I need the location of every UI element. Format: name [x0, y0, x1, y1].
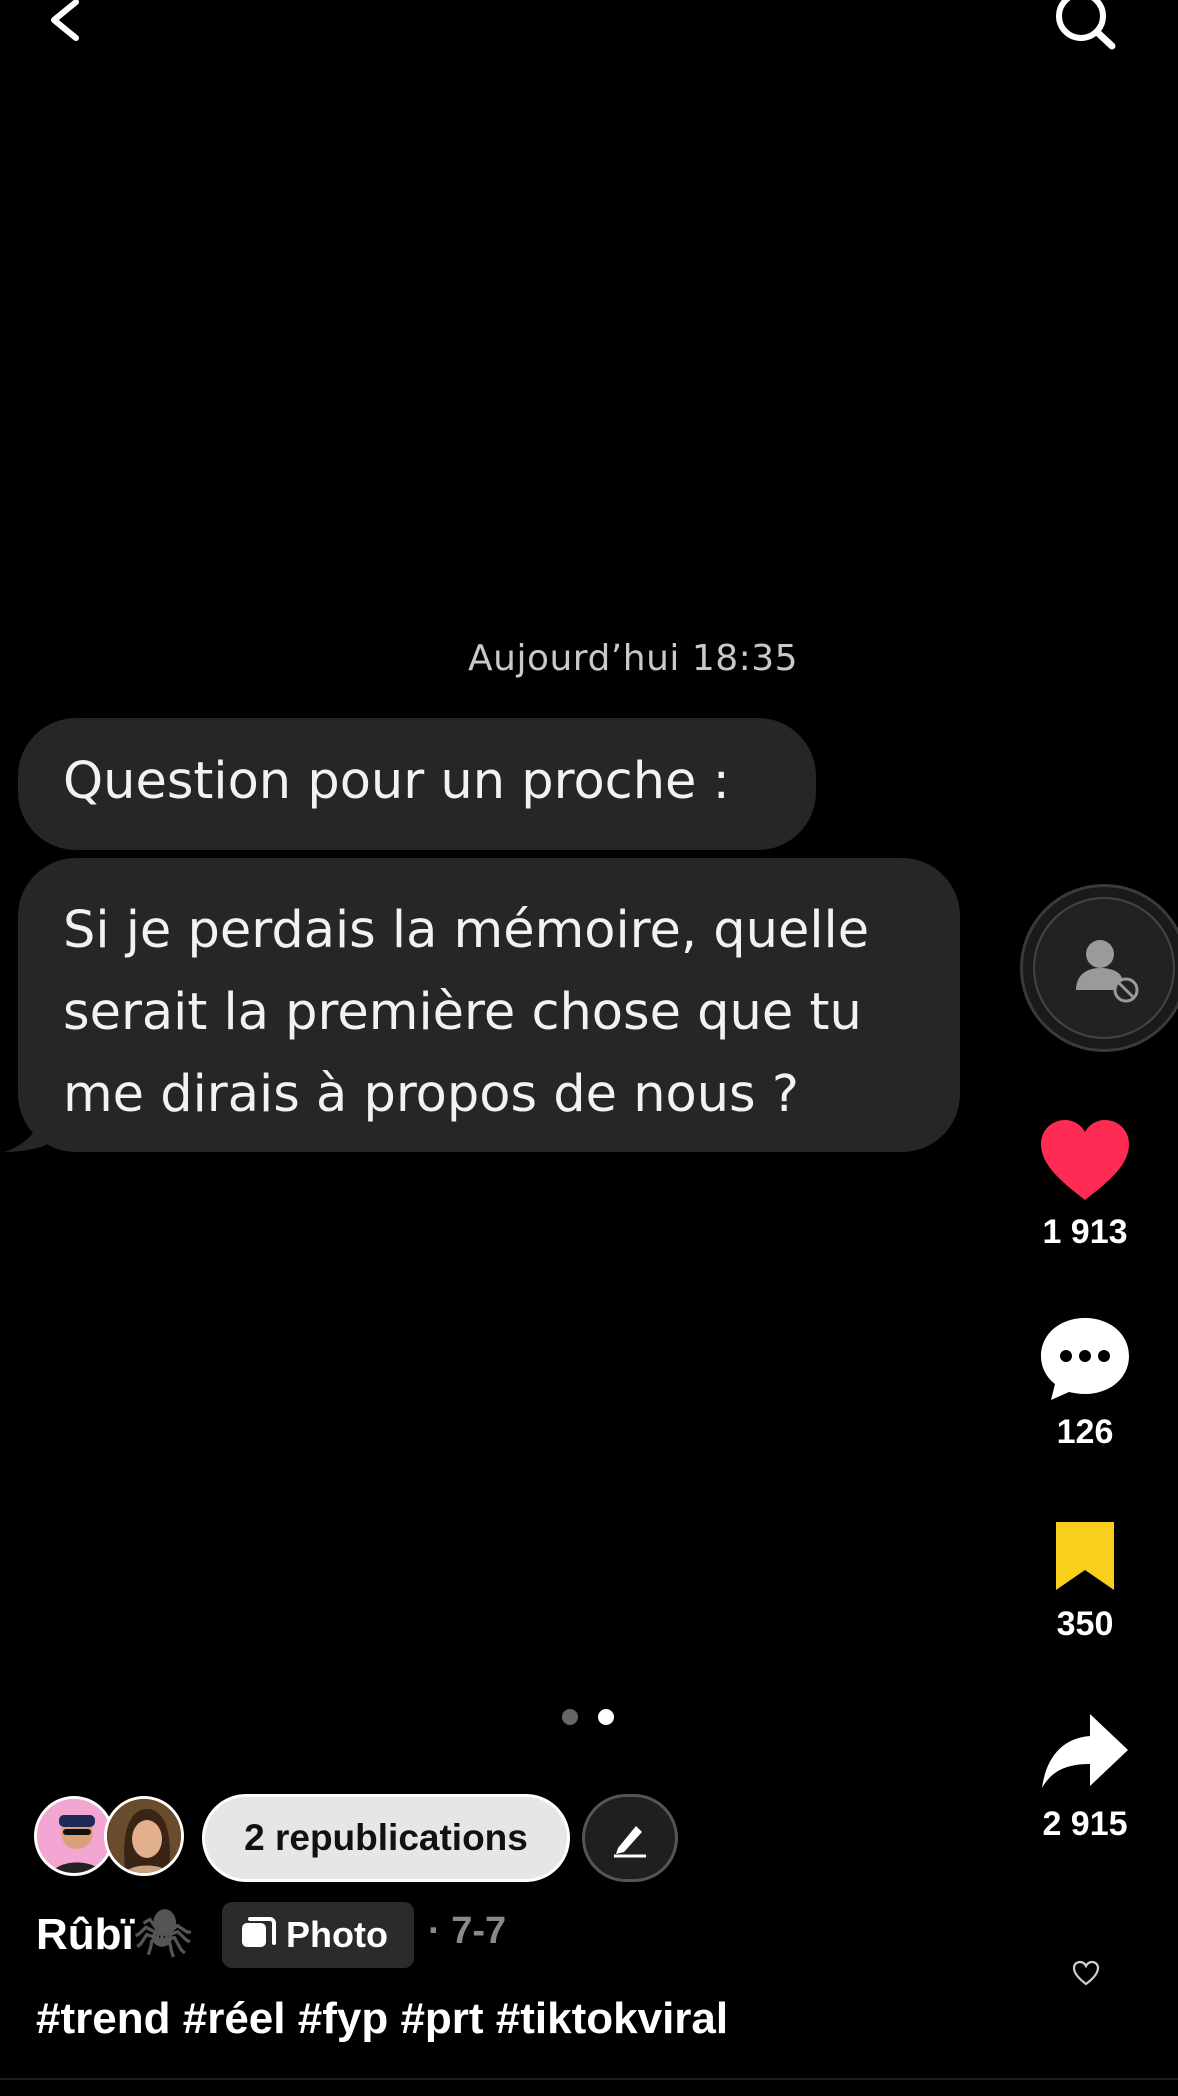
- heart-icon: [1041, 1120, 1129, 1200]
- hashtag-reel[interactable]: #réel: [183, 1994, 286, 2043]
- message-line-1: Si je perdais la mémoire, quelle: [63, 901, 870, 960]
- hashtag-trend[interactable]: #trend: [36, 1994, 170, 2043]
- bubble-tail: [4, 1100, 64, 1152]
- person-avatar-icon: [37, 1799, 111, 1873]
- search-button[interactable]: [1050, 0, 1120, 50]
- republisher-avatar-2[interactable]: [104, 1796, 184, 1876]
- message-line-2: serait la première chose que tu: [63, 983, 862, 1042]
- share-arrow-icon: [1042, 1714, 1128, 1788]
- carousel-dot-2-active[interactable]: [598, 1709, 614, 1725]
- message-timestamp: Aujourd’hui 18:35: [468, 638, 799, 679]
- message-line-3: me dirais à propos de nous ?: [63, 1065, 799, 1124]
- search-icon: [1056, 0, 1116, 50]
- hashtag-tiktokviral[interactable]: #tiktokviral: [496, 1994, 728, 2043]
- republications-button[interactable]: 2 republications: [202, 1794, 570, 1882]
- author-name-text: Rûbï: [36, 1910, 134, 1959]
- comment-count: 126: [1056, 1413, 1114, 1451]
- back-button[interactable]: [40, 0, 90, 45]
- photo-stack-icon: [242, 1917, 276, 1947]
- save-button[interactable]: 350: [1020, 1518, 1150, 1644]
- republisher-avatar-1[interactable]: [34, 1796, 114, 1876]
- carousel-dot-1[interactable]: [562, 1709, 578, 1725]
- message-bubble-1: Question pour un proche :: [18, 718, 816, 850]
- share-button[interactable]: 2 915: [1020, 1712, 1150, 1844]
- photo-mode-badge[interactable]: Photo: [222, 1902, 414, 1968]
- edit-republish-button[interactable]: [582, 1794, 678, 1882]
- bookmark-icon: [1056, 1522, 1114, 1590]
- message-bubble-1-text: Question pour un proche :: [63, 752, 730, 811]
- small-like-button[interactable]: [1072, 1960, 1100, 1991]
- creator-profile-button[interactable]: [1020, 884, 1178, 1052]
- hashtag-list: #trend #réel #fyp #prt #tiktokviral: [36, 1994, 728, 2044]
- like-button[interactable]: 1 913: [1020, 1118, 1150, 1252]
- author-name[interactable]: Rûbï🕷: [36, 1906, 192, 1961]
- pencil-icon: [614, 1826, 646, 1858]
- chevron-left-icon: [51, 0, 79, 41]
- republications-label: 2 republications: [244, 1817, 528, 1858]
- bottom-divider: [0, 2078, 1178, 2080]
- heart-outline-icon: [1072, 1960, 1100, 1986]
- photo-badge-label: Photo: [286, 1914, 388, 1955]
- save-count: 350: [1056, 1605, 1114, 1643]
- hashtag-fyp[interactable]: #fyp: [298, 1994, 388, 2043]
- message-bubble-2: Si je perdais la mémoire, quelle serait …: [18, 858, 960, 1152]
- person-avatar-icon: [107, 1799, 181, 1873]
- spider-emoji: 🕷: [133, 1907, 193, 1959]
- comment-bubble-icon: [1041, 1318, 1129, 1400]
- comment-button[interactable]: 126: [1020, 1316, 1150, 1452]
- share-count: 2 915: [1042, 1805, 1128, 1843]
- hashtag-prt[interactable]: #prt: [400, 1994, 483, 2043]
- post-date: · 7-7: [428, 1910, 507, 1952]
- like-count: 1 913: [1042, 1213, 1128, 1251]
- user-blocked-icon: [1033, 897, 1175, 1039]
